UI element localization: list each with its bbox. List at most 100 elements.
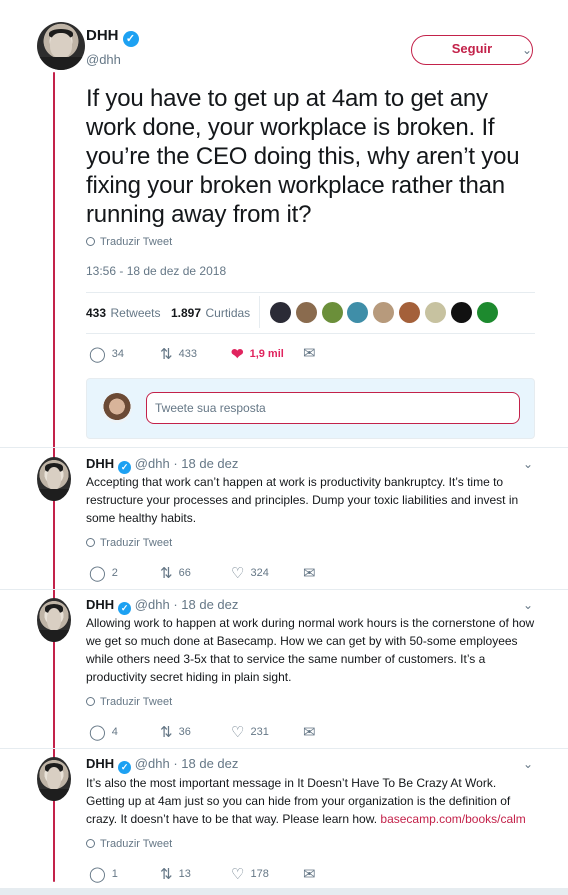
retweet-count: 66 — [178, 567, 191, 579]
retweet-action[interactable]: ⇅ 433 — [160, 345, 197, 363]
chevron-down-icon[interactable]: ⌄ — [523, 757, 533, 771]
reply-header: DHH ✓ @dhh · 18 de dez — [86, 597, 239, 615]
likes-label: Curtidas — [205, 306, 251, 320]
retweet-icon: ⇅ — [160, 346, 173, 363]
author-name[interactable]: DHH — [86, 27, 119, 44]
translate-label: Traduzir Tweet — [100, 838, 173, 850]
reply-action[interactable]: ◯ 1 — [89, 865, 118, 883]
direct-message-action[interactable]: ✉ — [303, 723, 322, 741]
reply-date[interactable]: 18 de dez — [181, 597, 238, 612]
direct-message-icon: ✉ — [303, 866, 316, 883]
translate-link[interactable]: Traduzir Tweet — [86, 838, 172, 850]
author-avatar[interactable] — [37, 457, 71, 501]
book-link[interactable]: basecamp.com/books/calm — [380, 812, 525, 826]
reply-count: 1 — [111, 868, 118, 880]
reply-count: 34 — [111, 348, 125, 360]
author-name[interactable]: DHH — [86, 597, 114, 612]
reply-text: It’s also the most important message in … — [86, 774, 536, 828]
stats-separator — [259, 296, 260, 328]
translate-label: Traduzir Tweet — [100, 236, 173, 248]
liker-avatar[interactable] — [425, 302, 446, 323]
author-name-row[interactable]: DHH ✓ — [86, 27, 139, 47]
reply-date[interactable]: 18 de dez — [181, 756, 238, 771]
chevron-down-icon[interactable]: ⌄ — [523, 457, 533, 471]
retweet-action[interactable]: ⇅ 13 — [160, 865, 191, 883]
direct-message-action[interactable]: ✉ — [303, 865, 322, 883]
globe-icon — [86, 839, 95, 848]
reply-action[interactable]: ◯ 4 — [89, 723, 118, 741]
retweet-count: 13 — [178, 868, 191, 880]
author-handle[interactable]: @dhh — [86, 52, 121, 67]
like-count: 178 — [250, 868, 269, 880]
liker-avatar[interactable] — [451, 302, 472, 323]
reply-icon: ◯ — [89, 866, 106, 883]
reply-count: 4 — [111, 726, 118, 738]
reply-text: Allowing work to happen at work during n… — [86, 616, 535, 684]
retweet-action[interactable]: ⇅ 36 — [160, 723, 191, 741]
translate-link[interactable]: Traduzir Tweet — [86, 696, 172, 708]
liker-avatar[interactable] — [347, 302, 368, 323]
heart-icon: ♡ — [231, 724, 245, 741]
like-count: 324 — [250, 567, 269, 579]
verified-badge-icon: ✓ — [122, 31, 139, 47]
chevron-down-icon[interactable]: ⌄ — [522, 43, 532, 57]
translate-label: Traduzir Tweet — [100, 537, 173, 549]
reply-icon: ◯ — [89, 724, 106, 741]
translate-link[interactable]: Traduzir Tweet — [86, 236, 172, 248]
author-avatar[interactable] — [37, 598, 71, 642]
retweets-count: 433 — [86, 306, 107, 320]
like-action[interactable]: ♡ 178 — [231, 865, 269, 883]
like-action[interactable]: ♡ 231 — [231, 723, 269, 741]
liker-avatar[interactable] — [270, 302, 291, 323]
tweet-timestamp[interactable]: 13:56 - 18 de dez de 2018 — [86, 264, 226, 278]
retweets-label: Retweets — [110, 306, 161, 320]
reply-action[interactable]: ◯ 34 — [89, 345, 124, 363]
reply-header: DHH ✓ @dhh · 18 de dez — [86, 456, 239, 474]
direct-message-icon: ✉ — [303, 345, 316, 362]
author-handle[interactable]: @dhh — [135, 456, 170, 471]
retweet-action[interactable]: ⇅ 66 — [160, 564, 191, 582]
like-count: 1,9 mil — [249, 348, 284, 360]
bottom-bar — [0, 888, 568, 895]
divider — [0, 748, 568, 749]
author-handle[interactable]: @dhh — [135, 756, 170, 771]
author-name[interactable]: DHH — [86, 756, 114, 771]
reply-input[interactable]: Tweete sua resposta — [146, 392, 520, 424]
retweet-count: 433 — [178, 348, 197, 360]
tweet-text: If you have to get up at 4am to get any … — [86, 85, 520, 228]
like-action[interactable]: ❤ 1,9 mil — [231, 345, 284, 363]
direct-message-action[interactable]: ✉ — [303, 564, 322, 582]
reply-text: Accepting that work can’t happen at work… — [86, 475, 519, 525]
follow-button[interactable]: Seguir — [411, 35, 533, 65]
direct-message-action[interactable]: ✉ — [303, 344, 322, 362]
retweets-stat[interactable]: 433 Retweets — [86, 304, 161, 322]
author-avatar[interactable] — [37, 757, 71, 801]
liker-avatar[interactable] — [399, 302, 420, 323]
author-name[interactable]: DHH — [86, 456, 114, 471]
globe-icon — [86, 697, 95, 706]
liker-avatar[interactable] — [322, 302, 343, 323]
heart-icon: ♡ — [231, 565, 245, 582]
reply-action[interactable]: ◯ 2 — [89, 564, 118, 582]
likes-count: 1.897 — [171, 306, 202, 320]
chevron-down-icon[interactable]: ⌄ — [523, 598, 533, 612]
globe-icon — [86, 237, 95, 246]
direct-message-icon: ✉ — [303, 724, 316, 741]
divider — [0, 589, 568, 590]
liker-avatar[interactable] — [477, 302, 498, 323]
liker-avatar[interactable] — [373, 302, 394, 323]
retweet-count: 36 — [178, 726, 191, 738]
reply-header: DHH ✓ @dhh · 18 de dez — [86, 756, 239, 774]
direct-message-icon: ✉ — [303, 565, 316, 582]
translate-link[interactable]: Traduzir Tweet — [86, 537, 172, 549]
likes-stat[interactable]: 1.897 Curtidas — [171, 304, 250, 322]
heart-icon: ❤ — [231, 346, 244, 363]
verified-badge-icon: ✓ — [118, 761, 132, 774]
like-action[interactable]: ♡ 324 — [231, 564, 269, 582]
like-count: 231 — [250, 726, 269, 738]
reply-date[interactable]: 18 de dez — [181, 456, 238, 471]
liker-avatar[interactable] — [296, 302, 317, 323]
user-avatar — [102, 393, 132, 423]
author-avatar[interactable] — [37, 22, 85, 70]
author-handle[interactable]: @dhh — [135, 597, 170, 612]
